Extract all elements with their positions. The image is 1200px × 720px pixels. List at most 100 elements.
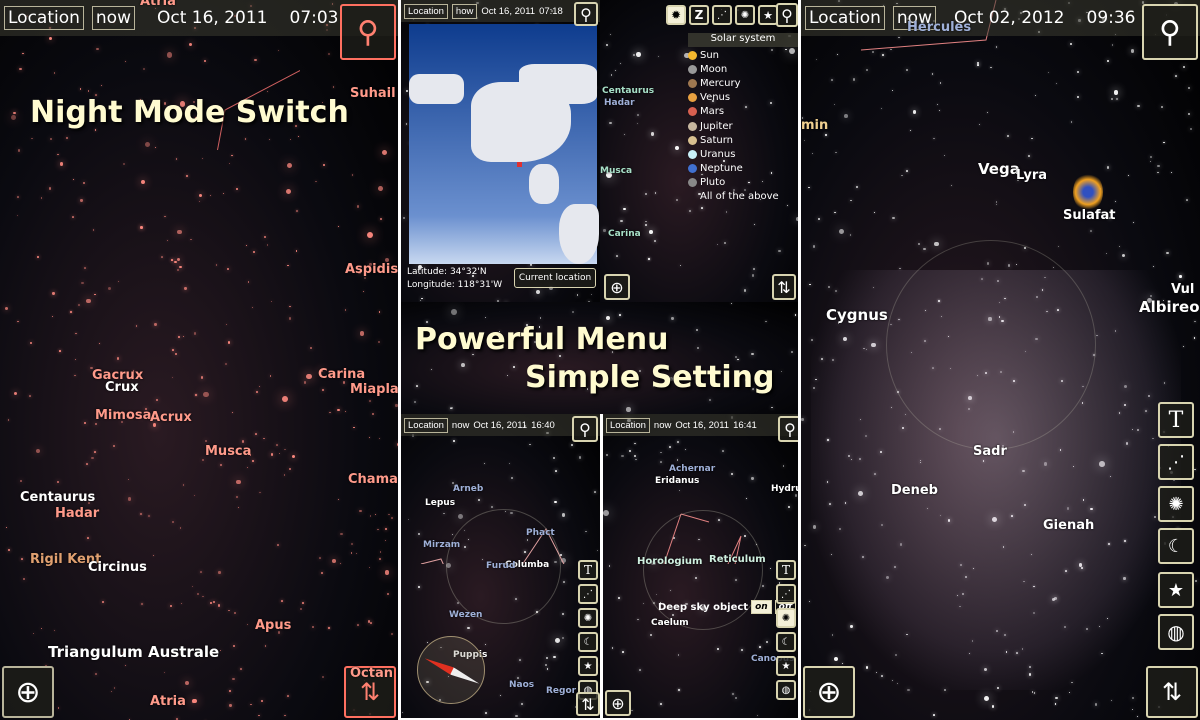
menu-item-all[interactable]: All of the above	[688, 190, 798, 204]
arrows-icon: ⇅	[359, 678, 381, 706]
star	[216, 264, 218, 266]
star	[259, 492, 261, 494]
view-switch-button[interactable]: ⇅	[1146, 666, 1198, 718]
constellation-icon[interactable]: ⋰	[578, 584, 598, 604]
moon-icon[interactable]: ☾	[1158, 528, 1194, 564]
star	[676, 198, 679, 202]
date[interactable]: Oct 16, 2011	[481, 6, 535, 17]
star	[934, 241, 939, 247]
star	[86, 298, 91, 304]
now-button[interactable]: now	[91, 6, 135, 30]
menu-item[interactable]: Moon	[688, 62, 798, 76]
star	[241, 440, 245, 443]
deep-sky-icon[interactable]: ✺	[578, 608, 598, 628]
arrows-icon: ⇅	[1161, 678, 1183, 706]
star	[29, 395, 31, 397]
menu-item[interactable]: Mercury	[688, 76, 798, 90]
time[interactable]: 07:18	[539, 6, 563, 17]
view-switch-button[interactable]: ⇅	[772, 274, 796, 300]
date[interactable]: Oct 16, 2011	[157, 8, 268, 28]
star	[608, 565, 611, 567]
solar-system-panel: ✹ Z ⋰ ✺ ★ ⚲ Solar system Sun Moon Mercur…	[600, 0, 798, 302]
search-button[interactable]: ⚲	[776, 3, 798, 27]
star	[849, 234, 852, 236]
sun-icon	[688, 50, 697, 60]
view-switch-button[interactable]: ⇅	[576, 692, 600, 716]
sun-icon[interactable]: ✹	[666, 5, 686, 25]
menu-item[interactable]: Saturn	[688, 133, 798, 147]
search-button[interactable]: ⚲	[574, 2, 598, 26]
star-label: Atria	[140, 0, 176, 9]
menu-item[interactable]: Mars	[688, 105, 798, 119]
menu-item[interactable]: Jupiter	[688, 119, 798, 133]
deep-sky-icon[interactable]: ✺	[735, 5, 755, 25]
locate-button[interactable]: ⊕	[803, 666, 855, 718]
constellation-icon[interactable]: ⋰	[712, 5, 732, 25]
star	[765, 321, 767, 323]
locate-button[interactable]: ⊕	[604, 274, 630, 300]
star-icon[interactable]: ★	[776, 656, 796, 676]
star	[759, 646, 761, 648]
star-icon[interactable]: ★	[578, 656, 598, 676]
moon-icon[interactable]: ☾	[578, 632, 598, 652]
promo-line-2: Simple Setting	[525, 360, 775, 395]
star	[995, 203, 997, 206]
menu-item[interactable]: Pluto	[688, 176, 798, 190]
time[interactable]: 09:36	[1087, 8, 1136, 28]
star	[899, 267, 901, 270]
star	[252, 459, 255, 462]
search-button[interactable]: ⚲	[1142, 4, 1198, 60]
menu-item[interactable]: Sun	[688, 48, 798, 62]
constellation-icon[interactable]: ⋰	[1158, 444, 1194, 480]
star	[780, 370, 783, 373]
star	[56, 480, 59, 483]
star	[287, 695, 289, 697]
star	[202, 459, 205, 462]
menu-item[interactable]: Uranus	[688, 147, 798, 161]
locate-button[interactable]: ⊕	[605, 690, 631, 716]
star	[906, 170, 909, 173]
star	[17, 196, 19, 198]
star	[1157, 164, 1160, 168]
star	[379, 551, 382, 553]
galaxy-icon[interactable]: ✺	[1158, 486, 1194, 522]
zoom-button[interactable]: Z	[689, 5, 709, 25]
star	[356, 205, 360, 208]
star-label: Arneb	[453, 484, 484, 494]
deep-sky-icon[interactable]: ✺	[776, 608, 796, 628]
star	[91, 456, 94, 460]
star	[406, 123, 408, 125]
compass[interactable]	[417, 636, 485, 704]
menu-item[interactable]: Neptune	[688, 162, 798, 176]
constellation-icon[interactable]: ⋰	[776, 584, 796, 604]
location-button[interactable]: Location	[805, 6, 885, 30]
menu-item[interactable]: Venus	[688, 91, 798, 105]
star	[48, 187, 52, 190]
star-icon[interactable]: ★	[758, 5, 778, 25]
search-button[interactable]: ⚲	[340, 4, 396, 60]
on-button[interactable]: on	[751, 600, 772, 614]
location-button[interactable]: Location	[404, 3, 448, 19]
world-map[interactable]	[409, 24, 599, 264]
current-location-button[interactable]: Current location	[514, 268, 596, 288]
locate-button[interactable]: ⊕	[2, 666, 54, 718]
star	[70, 311, 72, 313]
labels-toggle[interactable]: T	[1158, 402, 1194, 438]
star	[332, 558, 336, 563]
location-button[interactable]: Location	[4, 6, 84, 30]
star	[276, 444, 278, 447]
now-button[interactable]: now	[451, 3, 478, 19]
star-label: Eridanus	[655, 476, 700, 486]
moon-icon[interactable]: ☾	[776, 632, 796, 652]
star	[605, 43, 609, 47]
globe-icon[interactable]: ◍	[776, 680, 796, 700]
star	[716, 243, 719, 246]
time[interactable]: 07:03	[290, 8, 339, 28]
star	[391, 632, 394, 635]
labels-toggle[interactable]: T	[776, 560, 796, 580]
labels-toggle[interactable]: T	[578, 560, 598, 580]
globe-icon[interactable]: ◍	[1158, 614, 1194, 650]
star	[1157, 171, 1159, 174]
star	[281, 600, 283, 602]
star-icon[interactable]: ★	[1158, 572, 1194, 608]
